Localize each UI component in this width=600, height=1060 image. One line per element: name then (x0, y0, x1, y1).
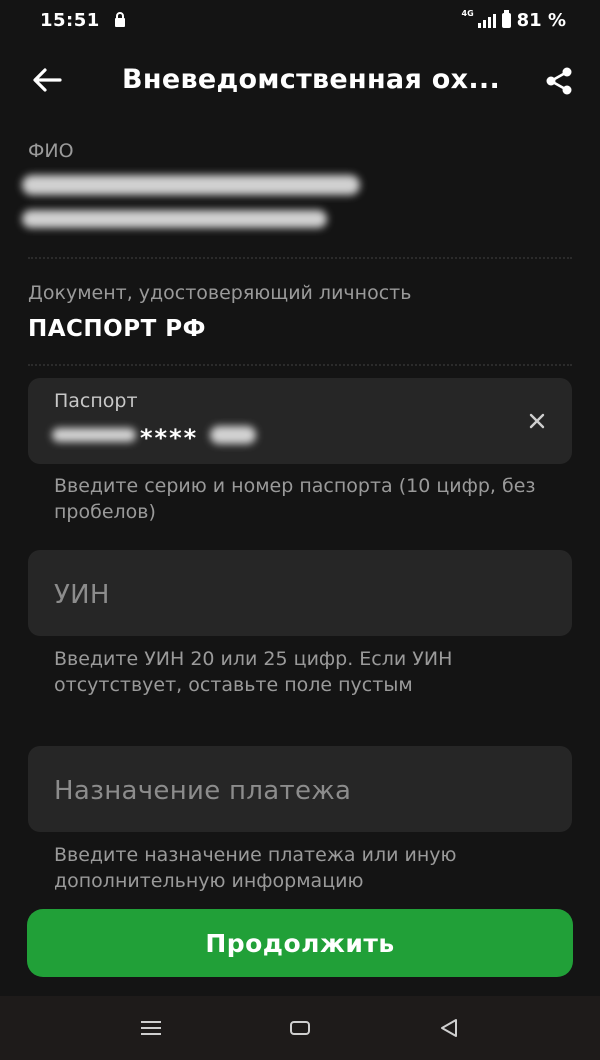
lock-icon (115, 12, 125, 27)
system-nav-bar (0, 996, 600, 1060)
home-icon[interactable] (285, 1016, 315, 1040)
battery-percent: 81 % (516, 10, 566, 31)
close-icon[interactable] (528, 412, 546, 430)
status-indicators: 4G 81 % (461, 9, 567, 31)
divider (28, 364, 572, 366)
back-triangle-icon[interactable] (434, 1016, 464, 1040)
passport-label: Паспорт (54, 390, 138, 412)
continue-button[interactable]: Продолжить (27, 909, 573, 977)
uin-field[interactable]: УИН (28, 550, 572, 636)
app-bar: Вневедомственная ох... (0, 50, 600, 110)
document-value: ПАСПОРТ РФ (28, 316, 206, 342)
fio-label: ФИО (28, 140, 74, 162)
status-bar: 15:51 4G 81 % (0, 0, 600, 42)
page-title: Вневедомственная ох... (122, 64, 501, 95)
purpose-placeholder: Назначение платежа (54, 776, 352, 806)
network-type: 4G (461, 9, 474, 18)
status-time: 15:51 (40, 10, 100, 31)
fio-redacted-line-1 (22, 175, 360, 195)
share-icon[interactable] (544, 66, 574, 96)
fio-redacted-line-2 (22, 210, 327, 228)
passport-redacted-prefix (52, 428, 136, 442)
passport-hint: Введите серию и номер паспорта (10 цифр,… (54, 475, 536, 523)
passport-field[interactable]: Паспорт **** (28, 378, 572, 464)
document-label: Документ, удостоверяющий личность (28, 282, 412, 304)
signal-icon (477, 13, 496, 28)
divider (28, 257, 572, 259)
passport-value: **** (140, 424, 199, 452)
battery-icon (501, 10, 511, 28)
uin-placeholder: УИН (54, 580, 110, 610)
purpose-field[interactable]: Назначение платежа (28, 746, 572, 832)
uin-hint: Введите УИН 20 или 25 цифр. Если УИН отс… (54, 648, 453, 696)
back-arrow-icon[interactable] (30, 65, 64, 95)
passport-redacted-suffix (210, 426, 256, 444)
menu-icon[interactable] (136, 1016, 166, 1040)
purpose-hint: Введите назначение платежа или иную допо… (54, 844, 457, 892)
